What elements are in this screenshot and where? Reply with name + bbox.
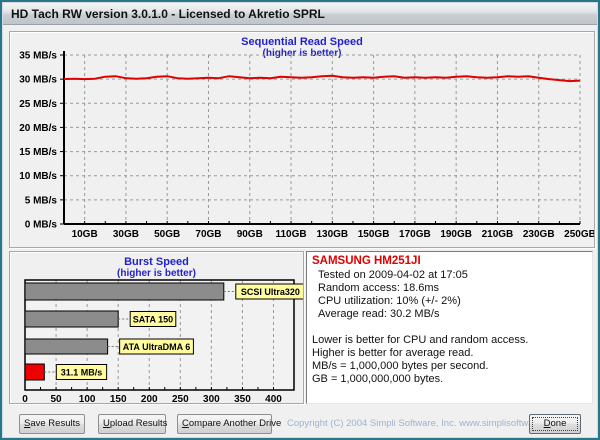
drive-info-panel: SAMSUNG HM251JI Tested on 2009-04-02 at … (306, 251, 593, 404)
y-axis-label: 30 MB/s (19, 75, 57, 86)
x-axis-label: 70GB (195, 229, 221, 240)
x-axis-label: 110GB (275, 229, 306, 240)
drive-name: SAMSUNG HM251JI (312, 255, 587, 268)
y-axis-label: 20 MB/s (19, 123, 57, 134)
stat-average-read: Average read: 30.2 MB/s (312, 308, 587, 321)
sequential-read-chart: 0 MB/s 5 MB/s 10 MB/s 15 MB/s 20 MB/s 25 MB/s… (10, 32, 594, 247)
x-axis-label: 210GB (482, 229, 514, 240)
y-axis-label: 15 MB/s (19, 147, 57, 158)
done-button[interactable]: Done (529, 414, 581, 434)
info-spacer (312, 321, 587, 334)
stat-cpu-utilization: CPU utilization: 10% (+/- 2%) (312, 295, 587, 308)
x-axis-label: 250 (172, 394, 189, 403)
burst-speed-panel: Burst Speed (higher is better) 050100150… (9, 251, 304, 404)
bar-1 (25, 311, 118, 327)
x-axis-label: 90GB (237, 229, 263, 240)
y-axis-label: 0 MB/s (25, 220, 58, 231)
bar-2 (25, 339, 108, 354)
x-axis-label: 190GB (440, 229, 472, 240)
x-axis-label: 230GB (523, 229, 555, 240)
x-axis-label: 100 (79, 394, 96, 403)
read-speed-line (64, 76, 580, 81)
x-axis-label: 350 (234, 394, 251, 403)
note-gb-definition: GB = 1,000,000,000 bytes. (312, 373, 587, 386)
client-area: Sequential Read Speed (higher is better)… (3, 26, 597, 437)
burst-speed-chart: 0 50 100 150 200 250 300 350 400 SCSI Ultra320 SAT… (10, 252, 303, 403)
x-axis-label: 150GB (358, 229, 390, 240)
bar-label: 31.1 MB/s (61, 368, 103, 378)
x-axis-label: 170GB (399, 229, 431, 240)
x-axis-label: 250GB (564, 229, 594, 240)
save-results-button[interactable]: Save Results (19, 414, 85, 434)
x-axis-label: 50 (50, 394, 62, 403)
x-axis-label: 300 (203, 394, 220, 403)
window-titlebar[interactable]: HD Tach RW version 3.0.1.0 - Licensed to… (3, 3, 597, 25)
done-label: one (551, 418, 567, 429)
y-axis-label: 25 MB/s (19, 99, 57, 110)
upload-mnemonic: U (103, 418, 110, 429)
compare-another-drive-button[interactable]: Compare Another Drive (177, 414, 272, 434)
y-axis-label: 35 MB/s (19, 51, 57, 62)
copyright-text: Copyright (C) 2004 Simpli Software, Inc.… (287, 418, 563, 429)
upload-label: pload Results (110, 418, 168, 429)
y-axis-label: 5 MB/s (25, 195, 58, 206)
stat-random-access: Random access: 18.6ms (312, 282, 587, 295)
x-axis-label: 150 (110, 394, 127, 403)
note-mbs-definition: MB/s = 1,000,000 bytes per second. (312, 360, 587, 373)
x-axis-label: 0 (22, 394, 28, 403)
bar-label: SCSI Ultra320 (241, 287, 300, 297)
x-axis-label: 400 (265, 394, 282, 403)
bar-label: ATA UltraDMA 6 (123, 342, 191, 352)
done-mnemonic: D (544, 418, 551, 429)
y-axis-label: 10 MB/s (19, 171, 57, 182)
x-axis-label: 10GB (72, 229, 98, 240)
stat-tested-on: Tested on 2009-04-02 at 17:05 (312, 269, 587, 282)
note-higher-better: Higher is better for average read. (312, 347, 587, 360)
save-label: ave Results (30, 418, 80, 429)
x-axis-label: 50GB (154, 229, 180, 240)
upload-results-button[interactable]: Upload Results (98, 414, 166, 434)
bar-label: SATA 150 (133, 315, 173, 325)
window-title: HD Tach RW version 3.0.1.0 - Licensed to… (11, 7, 325, 21)
compare-mnemonic: C (182, 418, 189, 429)
sequential-read-panel: Sequential Read Speed (higher is better)… (9, 31, 595, 248)
compare-label: ompare Another Drive (189, 418, 281, 429)
x-axis-label: 200 (141, 394, 158, 403)
app-window: HD Tach RW version 3.0.1.0 - Licensed to… (0, 0, 600, 440)
bar-0 (25, 283, 224, 300)
note-lower-better: Lower is better for CPU and random acces… (312, 334, 587, 347)
x-axis-label: 30GB (113, 229, 139, 240)
x-axis-label: 130GB (316, 229, 348, 240)
bar-3 (25, 364, 44, 380)
